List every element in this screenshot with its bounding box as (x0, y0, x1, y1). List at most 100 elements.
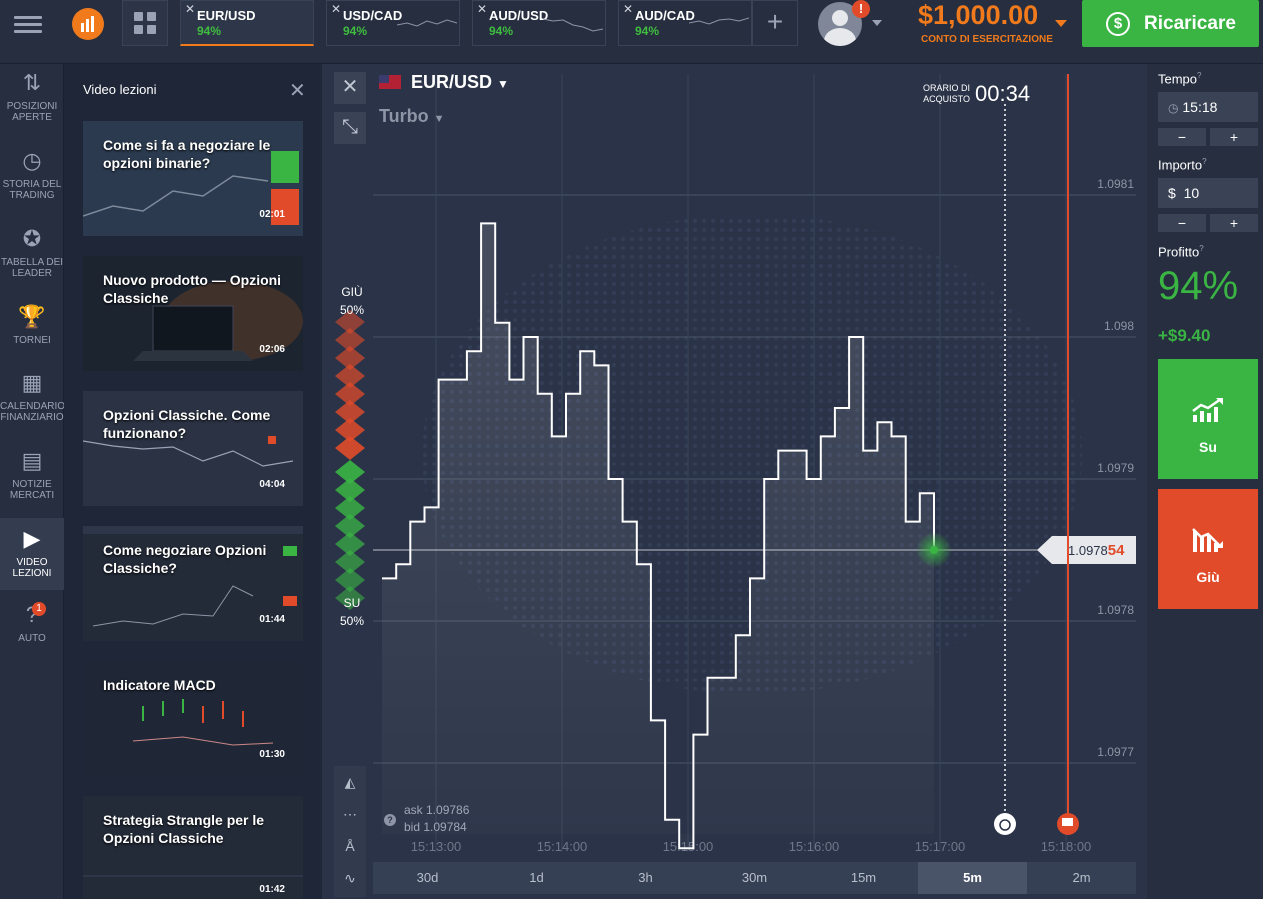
amount-field[interactable]: $ 10 (1158, 178, 1258, 208)
time-label-text: Tempo (1158, 71, 1198, 87)
sidebar-item-video-lessons[interactable]: ▶ VIDEO LEZIONI (0, 518, 64, 590)
play-circle-icon: ▶ (23, 526, 41, 551)
tab-close-icon[interactable]: ✕ (623, 2, 633, 16)
timeframe-2m[interactable]: 2m (1027, 862, 1136, 894)
sidebar-item-calendar[interactable]: ▦ CALENDARIO FINANZIARIO (0, 370, 65, 434)
sidebar-item-tournaments[interactable]: 🏆 TORNEI (0, 304, 64, 358)
balance-chevron-down-icon[interactable] (1055, 20, 1067, 27)
expiry-time-field[interactable]: ◷ 15:18 (1158, 92, 1258, 122)
y-tick-label: 1.098 (1104, 319, 1134, 333)
trade-panel: Tempo? ◷ 15:18 − + Importo? $ 10 − + Pro… (1147, 64, 1263, 899)
arrows-updown-icon: ⇅ (22, 70, 42, 95)
medal-icon: ✪ (22, 226, 42, 251)
sidebar-item-open-positions[interactable]: ⇅ POSIZIONI APERTE (0, 70, 64, 134)
amount-increase-button[interactable]: + (1210, 214, 1258, 232)
profit-percent: 94% (1158, 264, 1239, 308)
sidebar-item-news[interactable]: ▤ NOTIZIE MERCATI (0, 448, 64, 512)
grid-layout-button[interactable] (122, 0, 168, 46)
brand-logo[interactable] (72, 8, 104, 40)
clock-history-icon: ◷ (22, 148, 42, 173)
asset-selector[interactable]: EUR/USD ▼ (379, 72, 509, 93)
tab-symbol: USD/CAD (343, 8, 403, 23)
collapse-icon[interactable]: ⤡ (334, 112, 366, 144)
notification-badge: 1 (32, 602, 46, 616)
timeframe-15m[interactable]: 15m (809, 862, 918, 894)
chevron-down-icon: ▼ (497, 77, 509, 91)
chevron-down-icon: ▼ (433, 113, 445, 125)
up-label: SU 50% (334, 594, 370, 630)
x-tick-label: 15:18:00 (1041, 839, 1092, 854)
tab-close-icon[interactable]: ✕ (477, 2, 487, 16)
close-icon[interactable]: ✕ (289, 78, 306, 103)
help-icon[interactable]: ? (384, 814, 396, 826)
put-down-button[interactable]: Giù (1158, 489, 1258, 609)
timeframe-1d[interactable]: 1d (482, 862, 591, 894)
video-card[interactable]: Come si fa a negoziare le opzioni binari… (83, 121, 303, 236)
timeframe-3h[interactable]: 3h (591, 862, 700, 894)
help-icon[interactable]: ? (1202, 157, 1206, 166)
add-asset-button[interactable]: + (752, 0, 798, 46)
recharge-label: Ricaricare (1144, 13, 1236, 34)
asset-tab-audcad[interactable]: ✕ AUD/CAD 94% (618, 0, 752, 46)
video-duration: 01:30 (259, 749, 285, 760)
asset-tab-audusd[interactable]: ✕ AUD/USD 94% (472, 0, 606, 46)
asset-tab-eurusd[interactable]: ✕ EUR/USD 94% (180, 0, 314, 46)
account-type-label: CONTO DI ESERCITAZIONE (921, 34, 1053, 45)
amount-decrease-button[interactable]: − (1158, 214, 1206, 232)
tools-icon[interactable]: ⋯ (334, 798, 366, 830)
profit-amount: +$9.40 (1158, 326, 1211, 345)
indicators-icon[interactable]: Å (334, 830, 366, 862)
price-chart[interactable]: 1.0981 1.098 1.0979 1.0978 1.0977 15:13:00 15:… (322, 64, 1147, 899)
timeframe-30m[interactable]: 30m (700, 862, 809, 894)
amount-label-text: Importo (1158, 157, 1203, 173)
ask-bid-info: ask 1.09786 bid 1.09784 (404, 802, 469, 836)
dollar-icon: $ (1106, 12, 1130, 36)
calendar-icon: ▦ (21, 370, 43, 395)
video-lessons-panel: Video lezioni ✕ Come si fa a negoziare l… (64, 64, 322, 899)
call-up-button[interactable]: Su (1158, 359, 1258, 479)
close-chart-button[interactable]: ✕ (334, 72, 366, 104)
balance-amount[interactable]: $1,000.00 (918, 0, 1038, 31)
timeframe-30d[interactable]: 30d (373, 862, 482, 894)
help-icon[interactable]: ? (1197, 71, 1201, 80)
down-chevron-icon (335, 436, 365, 460)
sidebar-item-trading-history[interactable]: ◷ STORIA DEL TRADING (0, 148, 64, 212)
drawing-icon[interactable]: ∿ (334, 862, 366, 894)
tab-payout: 94% (635, 24, 660, 38)
trend-up-icon (1192, 397, 1223, 422)
asset-tab-usdcad[interactable]: ✕ USD/CAD 94% (326, 0, 460, 46)
chevron-down-icon[interactable] (872, 20, 882, 26)
video-title: Nuovo prodotto — Opzioni Classiche (103, 272, 282, 306)
video-card[interactable]: Strategia Strangle per le Opzioni Classi… (83, 796, 303, 899)
option-type-label: Turbo (379, 106, 429, 126)
tab-close-icon[interactable]: ✕ (185, 2, 195, 16)
option-type-selector[interactable]: Turbo ▼ (379, 106, 445, 127)
video-card[interactable]: Indicatore MACD 01:30 (83, 661, 303, 776)
sidebar-item-auto[interactable]: ? 1 AUTO (0, 602, 64, 656)
trend-down-icon (1192, 528, 1223, 552)
bid-price: bid 1.09784 (404, 820, 467, 834)
video-card[interactable]: Opzioni Classiche. Come funzionano? 04:0… (83, 391, 303, 506)
up-percent: 50% (339, 614, 365, 628)
sidebar-item-leaderboard[interactable]: ✪ TABELLA DEI LEADER (0, 226, 64, 290)
video-title: Strategia Strangle per le Opzioni Classi… (103, 812, 265, 846)
time-decrease-button[interactable]: − (1158, 128, 1206, 146)
recharge-button[interactable]: $ Ricaricare (1082, 0, 1259, 47)
tab-close-icon[interactable]: ✕ (331, 2, 341, 16)
menu-icon[interactable] (14, 12, 42, 36)
video-duration: 01:42 (259, 884, 285, 895)
up-button-label: Su (1199, 439, 1217, 455)
purchase-countdown: 00:34 (975, 81, 1031, 106)
help-icon[interactable]: ? (1199, 244, 1203, 253)
video-card[interactable]: Nuovo prodotto — Opzioni Classiche 02:06 (83, 256, 303, 371)
video-title: Opzioni Classiche. Come funzionano? (103, 407, 271, 441)
time-increase-button[interactable]: + (1210, 128, 1258, 146)
expiry-time-value: 15:18 (1182, 99, 1218, 115)
x-tick-label: 15:14:00 (537, 839, 588, 854)
video-card[interactable]: Come negoziare Opzioni Classiche? 01:44 (83, 526, 303, 641)
chart-type-icon[interactable]: ◭ (334, 766, 366, 798)
timeframe-5m[interactable]: 5m (918, 862, 1027, 894)
amount-label: Importo? (1158, 157, 1207, 172)
sidebar-item-label: VIDEO LEZIONI (12, 557, 52, 579)
sidebar-item-label: POSIZIONI APERTE (6, 101, 58, 123)
